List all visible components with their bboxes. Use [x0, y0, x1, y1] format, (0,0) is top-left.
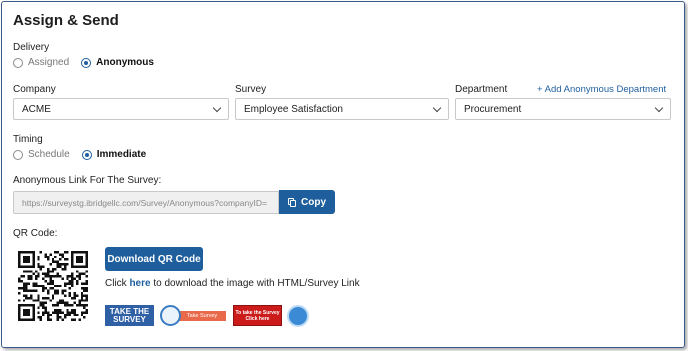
- survey-select[interactable]: Employee Satisfaction: [235, 98, 449, 120]
- survey-clipboard-icon: [160, 305, 181, 326]
- radio-immediate-label[interactable]: Immediate: [97, 149, 146, 160]
- click-here-survey-badge[interactable]: To take the Survey Click here: [233, 305, 282, 326]
- copy-button[interactable]: Copy: [279, 190, 335, 214]
- radio-schedule[interactable]: [13, 149, 23, 160]
- qr-code-image: [18, 251, 88, 321]
- chevron-down-icon: [212, 103, 222, 112]
- download-here-link[interactable]: here: [129, 278, 150, 289]
- copy-button-label: Copy: [301, 196, 326, 208]
- download-instruction: Click here to download the image with HT…: [105, 278, 360, 289]
- anonymous-link-field[interactable]: https://surveystg.ibridgellc.com/Survey/…: [13, 191, 279, 214]
- radio-assigned-label[interactable]: Assigned: [28, 57, 69, 68]
- add-anonymous-department-link[interactable]: + Add Anonymous Department: [537, 84, 666, 95]
- badge-survey: SURVEY: [113, 314, 146, 324]
- radio-anonymous-label[interactable]: Anonymous: [96, 57, 154, 68]
- delivery-radio-group: Assigned Anonymous: [13, 57, 166, 68]
- radio-anonymous[interactable]: [81, 57, 92, 68]
- company-select[interactable]: ACME: [13, 98, 229, 120]
- company-label: Company: [13, 84, 56, 95]
- timing-radio-group: Schedule Immediate: [13, 149, 158, 160]
- badge-to-take-line2: Click here: [245, 315, 270, 322]
- chevron-down-icon: [654, 103, 664, 112]
- radio-immediate[interactable]: [81, 149, 92, 160]
- download-qr-code-button[interactable]: Download QR Code: [105, 247, 203, 271]
- timing-label: Timing: [13, 134, 43, 145]
- radio-schedule-label[interactable]: Schedule: [28, 149, 70, 160]
- take-the-survey-badge[interactable]: TAKE THE SURVEY: [105, 305, 154, 326]
- department-select[interactable]: Procurement: [455, 98, 671, 120]
- company-select-value: ACME: [22, 103, 51, 115]
- take-survey-badge[interactable]: Take Survey: [160, 305, 226, 326]
- anonymous-link-label: Anonymous Link For The Survey:: [13, 175, 162, 186]
- instruction-prefix: Click: [105, 278, 127, 289]
- page-title: Assign & Send: [13, 12, 119, 29]
- take-survey-bar: Take Survey: [178, 311, 226, 321]
- copy-icon: [288, 197, 296, 207]
- department-select-value: Procurement: [464, 103, 522, 115]
- survey-select-value: Employee Satisfaction: [244, 103, 343, 115]
- survey-round-badge-icon[interactable]: [287, 305, 309, 327]
- survey-label: Survey: [235, 84, 267, 95]
- radio-assigned[interactable]: [13, 57, 23, 68]
- qr-code-label: QR Code:: [13, 228, 58, 239]
- delivery-label: Delivery: [13, 42, 50, 53]
- chevron-down-icon: [432, 103, 442, 112]
- department-label: Department: [455, 84, 508, 95]
- instruction-suffix: to download the image with HTML/Survey L…: [153, 278, 360, 289]
